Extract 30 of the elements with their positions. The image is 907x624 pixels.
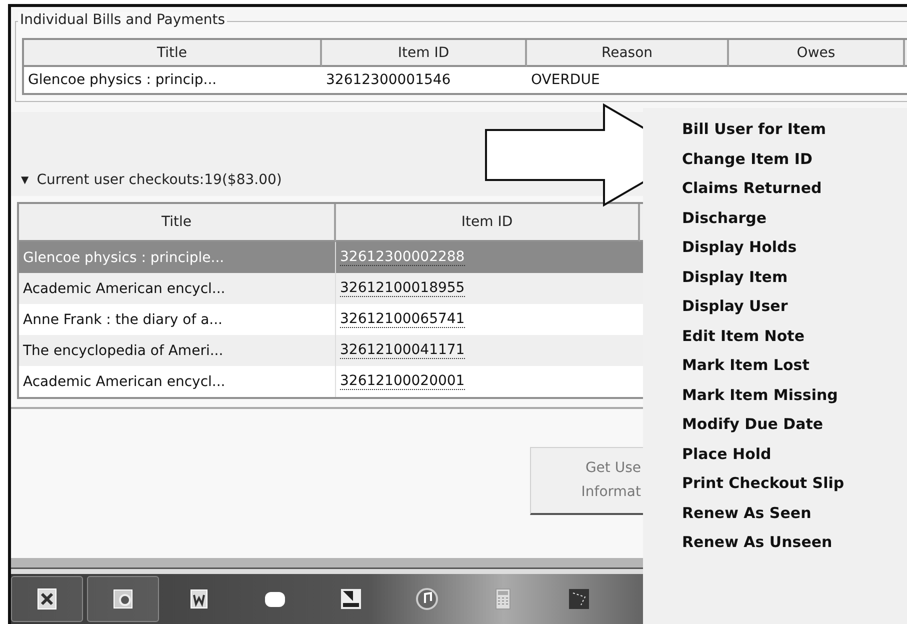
menu-item[interactable]: Bill User for Item bbox=[682, 120, 907, 150]
image-icon[interactable] bbox=[338, 586, 364, 612]
menu-item[interactable]: Renew As Unseen bbox=[682, 533, 907, 562]
table-cell[interactable]: Academic American encycl... bbox=[19, 273, 336, 304]
map-tile-icon[interactable] bbox=[566, 586, 592, 612]
menu-item[interactable]: Renew As Seen bbox=[682, 504, 907, 533]
table-cell[interactable]: The encyclopedia of Ameri... bbox=[19, 335, 336, 366]
column-header[interactable]: Item ID bbox=[336, 204, 640, 242]
menu-item[interactable]: Claims Returned bbox=[682, 179, 907, 208]
item-id-link[interactable]: 32612100020001 bbox=[340, 373, 465, 390]
menu-item[interactable]: Edit Item Note bbox=[682, 326, 907, 356]
menu-item[interactable]: Discharge bbox=[682, 208, 907, 238]
column-header[interactable]: Reason bbox=[527, 40, 729, 67]
music-icon[interactable] bbox=[414, 586, 440, 612]
column-header[interactable]: Title bbox=[19, 204, 336, 242]
checkouts-toggle[interactable]: ▼ Current user checkouts:19($83.00) bbox=[21, 172, 282, 188]
menu-item[interactable]: Print Checkout Slip bbox=[682, 474, 907, 504]
menu-item[interactable]: Mark Item Missing bbox=[682, 386, 907, 415]
menu-item[interactable]: Mark Item Lost bbox=[682, 356, 907, 386]
menu-item[interactable]: Display User bbox=[682, 297, 907, 326]
menu-item[interactable]: Display Item bbox=[682, 268, 907, 297]
menu-item[interactable]: Change Item ID bbox=[682, 150, 907, 179]
item-id-link[interactable]: 32612100065741 bbox=[340, 311, 465, 328]
menu-item[interactable]: Modify Due Date bbox=[682, 415, 907, 444]
column-header[interactable]: Title bbox=[24, 40, 322, 67]
column-header[interactable]: Owes bbox=[729, 40, 905, 67]
group-title: Individual Bills and Payments bbox=[18, 12, 228, 28]
column-header[interactable]: Item ID bbox=[322, 40, 527, 67]
menu-item[interactable]: Place Hold bbox=[682, 444, 907, 474]
menu-item[interactable]: Display Holds bbox=[682, 238, 907, 268]
